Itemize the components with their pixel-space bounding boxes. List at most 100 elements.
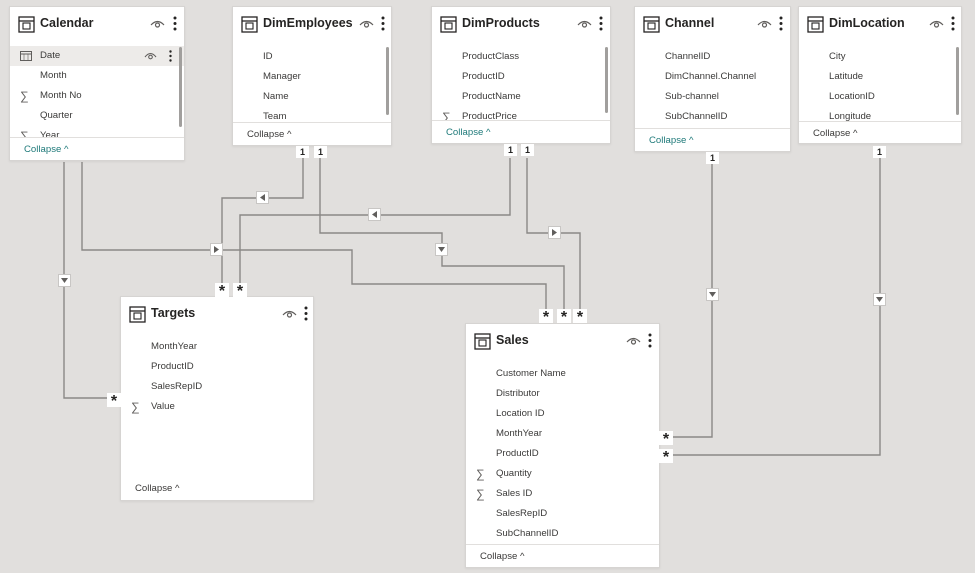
sigma-icon: ∑ xyxy=(476,487,485,501)
field-name: City xyxy=(829,51,846,62)
field-row[interactable]: Sub-channel xyxy=(635,87,790,107)
table-header[interactable]: DimLocation xyxy=(799,7,961,41)
field-row[interactable]: ∑ Value xyxy=(121,397,313,417)
field-row[interactable]: Date xyxy=(10,46,184,66)
field-list[interactable]: ChannelID DimChannel.Channel Sub-channel… xyxy=(635,47,790,127)
field-row[interactable]: ProductClass xyxy=(432,47,610,67)
field-row[interactable]: ID xyxy=(233,47,391,67)
table-header[interactable]: Calendar xyxy=(10,7,184,41)
field-row[interactable]: ProductID xyxy=(466,444,659,464)
eye-icon[interactable] xyxy=(757,19,772,30)
cross-filter-arrow-left[interactable] xyxy=(256,191,269,204)
collapse-button[interactable]: Collapse ^ xyxy=(10,137,184,161)
more-options-icon[interactable] xyxy=(168,49,173,63)
field-row[interactable]: Distributor xyxy=(466,384,659,404)
table-header[interactable]: Targets xyxy=(121,297,313,331)
more-options-icon[interactable] xyxy=(303,305,309,322)
more-options-icon[interactable] xyxy=(647,332,653,349)
cross-filter-arrow-down[interactable] xyxy=(706,288,719,301)
field-row[interactable]: Longitude xyxy=(799,107,961,121)
field-list[interactable]: ID Manager Name Team xyxy=(233,47,391,123)
table-card-channel[interactable]: Channel ChannelID DimChannel.Channel Sub… xyxy=(634,6,791,152)
field-row[interactable]: Manager xyxy=(233,67,391,87)
field-row[interactable]: ProductID xyxy=(121,357,313,377)
scrollbar[interactable] xyxy=(605,47,608,113)
field-row[interactable]: ChannelID xyxy=(635,47,790,67)
table-header[interactable]: DimEmployees xyxy=(233,7,391,41)
collapse-button[interactable]: Collapse ^ xyxy=(466,544,659,568)
collapse-button[interactable]: Collapse ^ xyxy=(233,122,391,146)
field-row[interactable]: Location ID xyxy=(466,404,659,424)
collapse-button[interactable]: Collapse ^ xyxy=(635,128,790,152)
field-row[interactable]: ∑ Month No xyxy=(10,86,184,106)
cross-filter-arrow-right[interactable] xyxy=(548,226,561,239)
collapse-button[interactable]: Collapse ^ xyxy=(121,477,313,501)
cardinality-many-marker: * xyxy=(659,431,673,448)
field-list[interactable]: Customer Name Distributor Location ID Mo… xyxy=(466,364,659,546)
field-row[interactable]: SubChannelID xyxy=(635,107,790,127)
field-row[interactable]: DimChannel.Channel xyxy=(635,67,790,87)
field-row[interactable]: Customer Name xyxy=(466,364,659,384)
table-card-dimlocation[interactable]: DimLocation City Latitude LocationID Lon… xyxy=(798,6,962,144)
field-row[interactable]: ∑ Year xyxy=(10,126,184,137)
scrollbar[interactable] xyxy=(386,47,389,115)
field-row[interactable]: MonthYear xyxy=(466,424,659,444)
field-list[interactable]: MonthYear ProductID SalesRepID ∑ Value xyxy=(121,337,313,421)
model-canvas[interactable]: Calendar Date Month ∑ Month No Quarter ∑ Y… xyxy=(0,0,975,573)
field-row[interactable]: ∑ Sales ID xyxy=(466,484,659,504)
field-list[interactable]: Date Month ∑ Month No Quarter ∑ Year xyxy=(10,46,184,137)
table-header[interactable]: DimProducts xyxy=(432,7,610,41)
sigma-icon: ∑ xyxy=(131,400,140,414)
table-card-targets[interactable]: Targets MonthYear ProductID SalesRepID ∑… xyxy=(120,296,314,501)
field-list[interactable]: City Latitude LocationID Longitude xyxy=(799,47,961,121)
field-row[interactable]: ∑ Quantity xyxy=(466,464,659,484)
field-row[interactable]: LocationID xyxy=(799,87,961,107)
table-header[interactable]: Channel xyxy=(635,7,790,41)
collapse-label: Collapse ^ xyxy=(813,128,858,139)
table-card-sales[interactable]: Sales Customer Name Distributor Location… xyxy=(465,323,660,568)
cross-filter-arrow-right[interactable] xyxy=(210,243,223,256)
cross-filter-arrow-down[interactable] xyxy=(435,243,448,256)
cross-filter-arrow-down[interactable] xyxy=(58,274,71,287)
field-row[interactable]: SubChannelID xyxy=(466,524,659,544)
scrollbar[interactable] xyxy=(179,47,182,127)
eye-icon[interactable] xyxy=(144,51,157,61)
more-options-icon[interactable] xyxy=(380,15,386,32)
field-row[interactable]: Month xyxy=(10,66,184,86)
eye-icon[interactable] xyxy=(150,19,165,30)
field-row[interactable]: Name xyxy=(233,87,391,107)
field-row[interactable]: MonthYear xyxy=(121,337,313,357)
field-row[interactable]: Quarter xyxy=(10,106,184,126)
field-row[interactable]: City xyxy=(799,47,961,67)
field-row[interactable]: SalesRepID xyxy=(121,377,313,397)
scrollbar[interactable] xyxy=(956,47,959,115)
collapse-button[interactable]: Collapse ^ xyxy=(432,120,610,144)
more-options-icon[interactable] xyxy=(950,15,956,32)
table-card-calendar[interactable]: Calendar Date Month ∑ Month No Quarter ∑ Y… xyxy=(9,6,185,161)
field-row[interactable]: ProductName xyxy=(432,87,610,107)
field-name: ChannelID xyxy=(665,51,711,62)
eye-icon[interactable] xyxy=(282,309,297,320)
more-options-icon[interactable] xyxy=(172,15,178,32)
field-row[interactable]: Team xyxy=(233,107,391,123)
more-options-icon[interactable] xyxy=(598,15,604,32)
cross-filter-arrow-down[interactable] xyxy=(873,293,886,306)
collapse-button[interactable]: Collapse ^ xyxy=(799,121,961,145)
table-header[interactable]: Sales xyxy=(466,324,659,358)
more-options-icon[interactable] xyxy=(778,15,784,32)
field-row[interactable]: Latitude xyxy=(799,67,961,87)
eye-icon[interactable] xyxy=(929,19,944,30)
field-list[interactable]: ProductClass ProductID ProductName ∑ Prod… xyxy=(432,47,610,121)
eye-icon[interactable] xyxy=(577,19,592,30)
cross-filter-arrow-left[interactable] xyxy=(368,208,381,221)
eye-icon[interactable] xyxy=(359,19,374,30)
field-row[interactable]: SalesRepID xyxy=(466,504,659,524)
field-name: ProductID xyxy=(462,71,505,82)
cardinality-many-marker: * xyxy=(557,309,571,326)
field-row[interactable]: ProductID xyxy=(432,67,610,87)
eye-icon[interactable] xyxy=(626,336,641,347)
collapse-label: Collapse ^ xyxy=(247,129,292,140)
table-card-dimemployees[interactable]: DimEmployees ID Manager Name Team Collap… xyxy=(232,6,392,146)
table-card-dimproducts[interactable]: DimProducts ProductClass ProductID Produ… xyxy=(431,6,611,144)
field-row[interactable]: ∑ ProductPrice xyxy=(432,107,610,121)
